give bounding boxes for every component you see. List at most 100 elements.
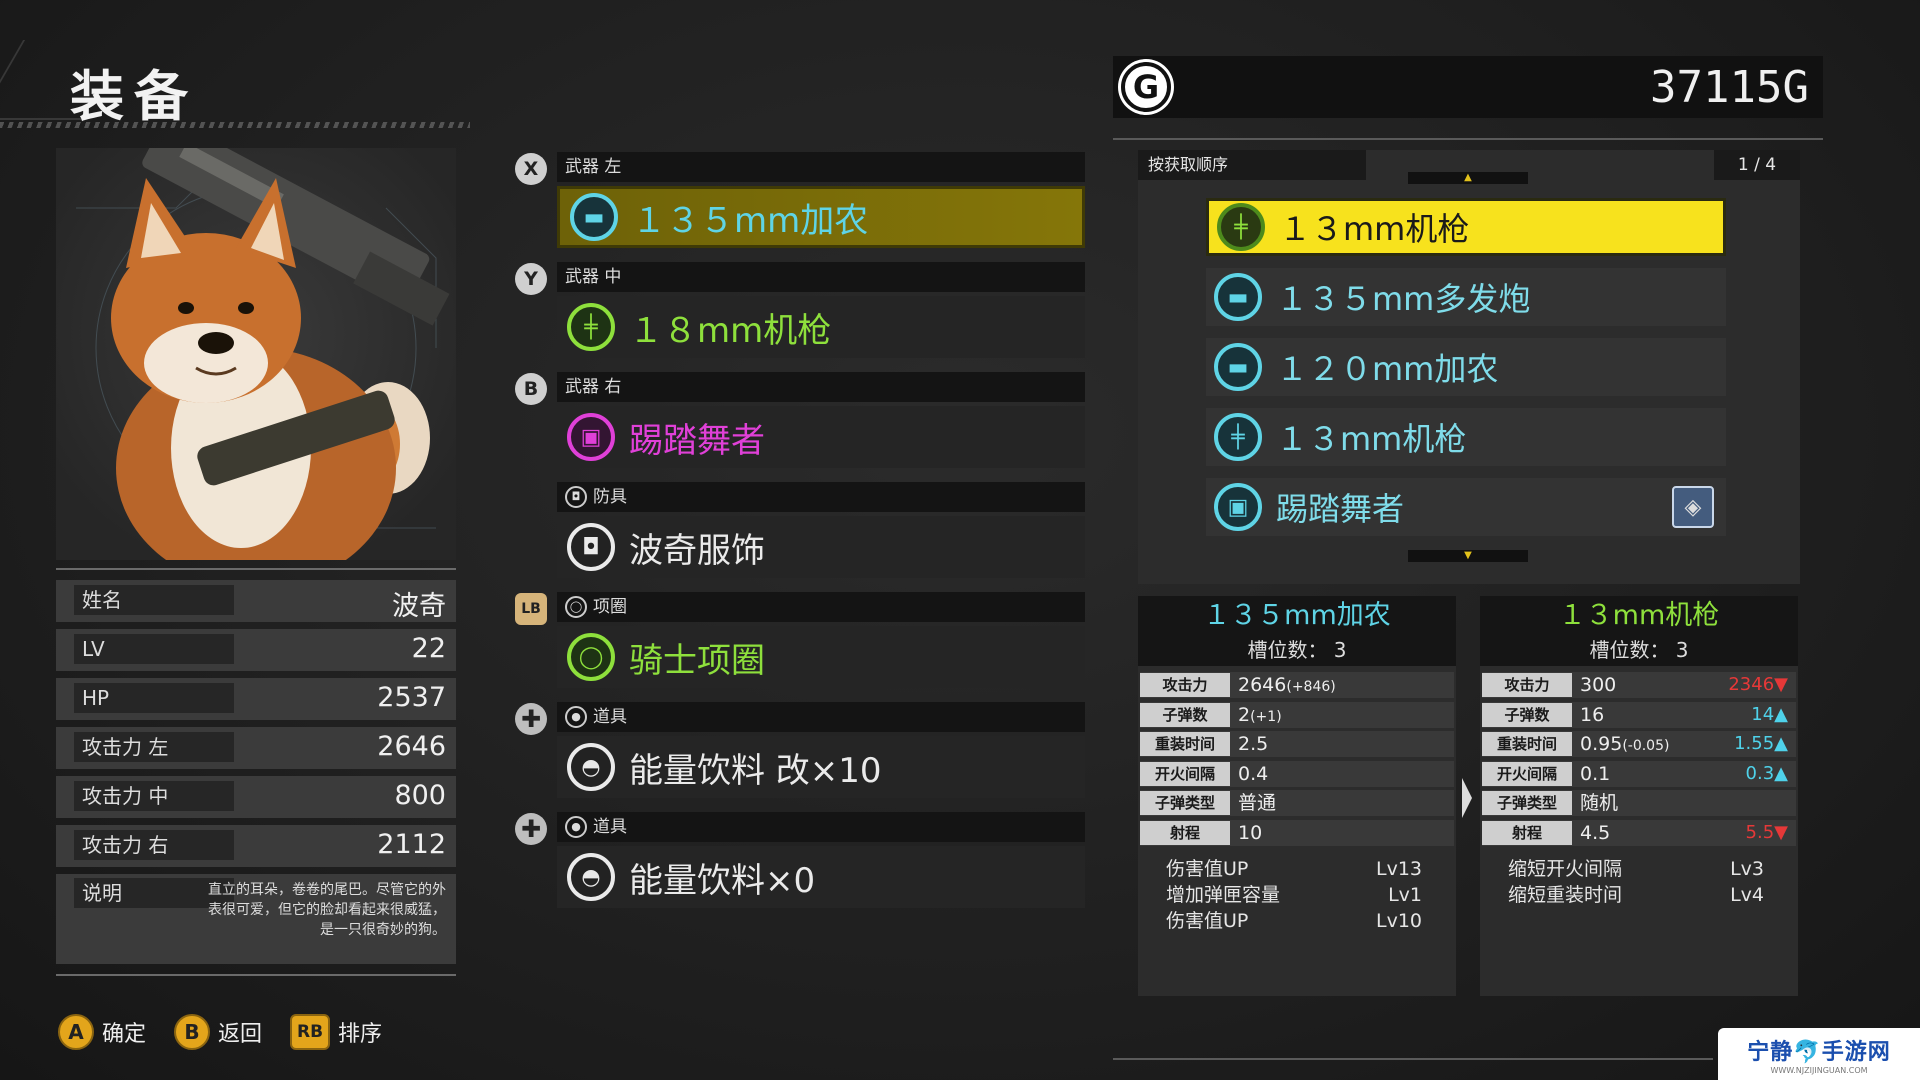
slot-weapon-left[interactable]: X 武器 左 ▬ １３５mm加农 [515,150,1085,260]
slot-category-row: ◯ 项圈 [557,592,1085,622]
sort-control[interactable]: RB 排序 [290,1014,382,1050]
inventory-item-name: １２０mm加农 [1276,350,1499,388]
portrait-divider [56,568,456,570]
slot-weapon-right[interactable]: B 武器 右 ▣ 踢踏舞者 [515,370,1085,480]
inventory-item-name: １３mm机枪 [1279,210,1470,248]
machine-gun-icon: ╪ [1214,413,1262,461]
compare-row: 子弹数 16 14▲ [1482,701,1796,728]
stat-val: 0.95(-0.05) [1580,731,1669,759]
skill-list: 伤害值UP Lv13 增加弹匣容量 Lv1 伤害值UP Lv10 [1166,856,1422,934]
compare-row: 射程 4.5 5.5▼ [1482,819,1796,846]
slot-item[interactable]: ◓ 能量饮料×0 [557,846,1085,908]
delta-value: 0.3 [1745,762,1775,784]
confirm-control[interactable]: A 确定 [58,1014,146,1050]
stat-row-level: LV 22 [56,629,456,671]
stat-delta-down: 5.5▼ [1745,821,1788,843]
slot-item-name: １３５mm加农 [632,200,869,241]
slot-item-1[interactable]: ✚ ● 道具 ◓ 能量饮料 改×10 [515,700,1085,810]
stat-key: 攻击力 [1140,673,1230,697]
slot-item[interactable]: ◯ 骑士项圈 [557,626,1085,688]
compare-item-name: １３mm机枪 [1480,596,1798,636]
stat-label: 攻击力 中 [74,781,234,811]
x-button-icon: X [515,153,547,185]
slot-item[interactable]: ▣ 踢踏舞者 [557,406,1085,468]
inventory-item[interactable]: ▣ 踢踏舞者 ◈ [1206,478,1726,536]
collar-icon: ◯ [567,633,615,681]
inventory-item-selected[interactable]: ╪ １３mm机枪 [1206,198,1726,256]
slot-item[interactable]: ◓ 能量饮料 改×10 [557,736,1085,798]
skill-level: Lv3 [1730,858,1764,880]
slot-count: 槽位数： 3 [1138,636,1456,666]
title-stripe-decoration [0,122,470,128]
machine-gun-icon: ╪ [567,303,615,351]
slot-item-selected[interactable]: ▬ １３５mm加农 [557,186,1085,248]
machine-gun-icon: ╪ [1217,203,1265,251]
watermark-url: WWW.NJZIJINGUAN.COM [1770,1065,1868,1075]
delta-value: 1.55 [1734,733,1775,754]
stat-val: 4.5 [1580,821,1611,844]
character-stats-panel: 姓名 波奇 LV 22 HP 2537 攻击力 左 2646 攻击力 中 800… [56,580,456,964]
compare-row: 射程 10 [1140,819,1454,846]
inventory-item[interactable]: ╪ １３mm机枪 [1206,408,1726,466]
bottom-divider [1113,1058,1713,1060]
inventory-item[interactable]: ▬ １２０mm加农 [1206,338,1726,396]
skill-name: 缩短开火间隔 [1508,858,1623,880]
lb-button-icon: LB [515,593,547,625]
compare-row: 开火间隔 0.1 0.3▲ [1482,760,1796,787]
tap-dancer-icon: ▣ [567,413,615,461]
stat-label: 攻击力 右 [74,830,234,860]
stat-key: 重装时间 [1140,732,1230,756]
stat-key: 子弹数 [1482,702,1572,727]
y-button-icon: Y [515,263,547,295]
inventory-item-name: １３mm机枪 [1276,420,1467,458]
slot-item-2[interactable]: ✚ ● 道具 ◓ 能量饮料×0 [515,810,1085,920]
back-label: 返回 [218,1022,263,1047]
sort-order-label[interactable]: 按获取顺序 [1138,150,1366,180]
b-button-icon: B [515,373,547,405]
site-watermark: 宁静🐬手游网 WWW.NJZIJINGUAN.COM [1718,1028,1920,1080]
stat-value: 2646 [377,731,446,762]
item-bag-icon: ◓ [567,853,615,901]
inventory-item-name: １３５mm多发炮 [1276,280,1531,318]
skill-name: 伤害值UP [1166,910,1249,932]
collar-mini-icon: ◯ [565,596,587,618]
inventory-list: 按获取顺序 1 / 4 ▲ ╪ １３mm机枪 ▬ １３５mm多发炮 ▬ １２０m… [1138,150,1800,584]
delta-value: 14 [1751,703,1775,725]
stat-val-number: 2646 [1238,674,1287,696]
stat-val: 2.5 [1238,733,1269,755]
stat-key: 开火间隔 [1482,761,1572,786]
scroll-up-icon[interactable]: ▲ [1408,172,1528,184]
skill-row: 增加弹匣容量 Lv1 [1166,882,1422,908]
slot-collar[interactable]: LB ◯ 项圈 ◯ 骑士项圈 [515,590,1085,700]
rb-button-icon: RB [290,1014,331,1050]
stat-value: 2537 [377,682,446,713]
gold-amount: 37115G [1650,62,1809,113]
page-indicator: 1 / 4 [1714,150,1800,180]
slot-armor[interactable]: ◘ 防具 ◘ 波奇服饰 [515,480,1085,590]
stat-key: 子弹数 [1140,702,1230,727]
slot-item-name: １８mm机枪 [629,310,832,351]
stat-val: 10 [1238,821,1263,844]
inventory-item[interactable]: ▬ １３５mm多发炮 [1206,268,1726,326]
slot-category: 武器 中 [557,262,1085,292]
equipment-slots: X 武器 左 ▬ １３５mm加农 Y 武器 中 ╪ １８mm机枪 B 武器 右 … [515,150,1085,920]
scroll-down-icon[interactable]: ▼ [1408,550,1528,562]
slot-item[interactable]: ◘ 波奇服饰 [557,516,1085,578]
skill-level: Lv4 [1730,884,1764,906]
compare-row: 重装时间 0.95(-0.05) 1.55▲ [1482,731,1796,757]
stats-divider [56,974,456,976]
slot-category-row: ◘ 防具 [557,482,1085,512]
character-portrait [56,148,456,560]
tap-dancer-icon: ▣ [1214,483,1262,531]
slot-item[interactable]: ╪ １８mm机枪 [557,296,1085,358]
sort-label: 排序 [338,1022,383,1047]
slot-weapon-middle[interactable]: Y 武器 中 ╪ １８mm机枪 [515,260,1085,370]
b-button-icon: B [174,1014,211,1050]
skill-level: Lv10 [1375,910,1422,932]
slot-item-name: 踢踏舞者 [629,420,765,461]
skill-row: 缩短开火间隔 Lv3 [1508,856,1764,882]
a-button-icon: A [58,1014,94,1050]
back-control[interactable]: B 返回 [174,1014,262,1050]
stat-delta-up: 1.55▲ [1734,733,1788,754]
compare-current-panel: １３５mm加农 槽位数： 3 攻击力 2646(+846) 子弹数 2(+1) 重装… [1138,596,1456,996]
